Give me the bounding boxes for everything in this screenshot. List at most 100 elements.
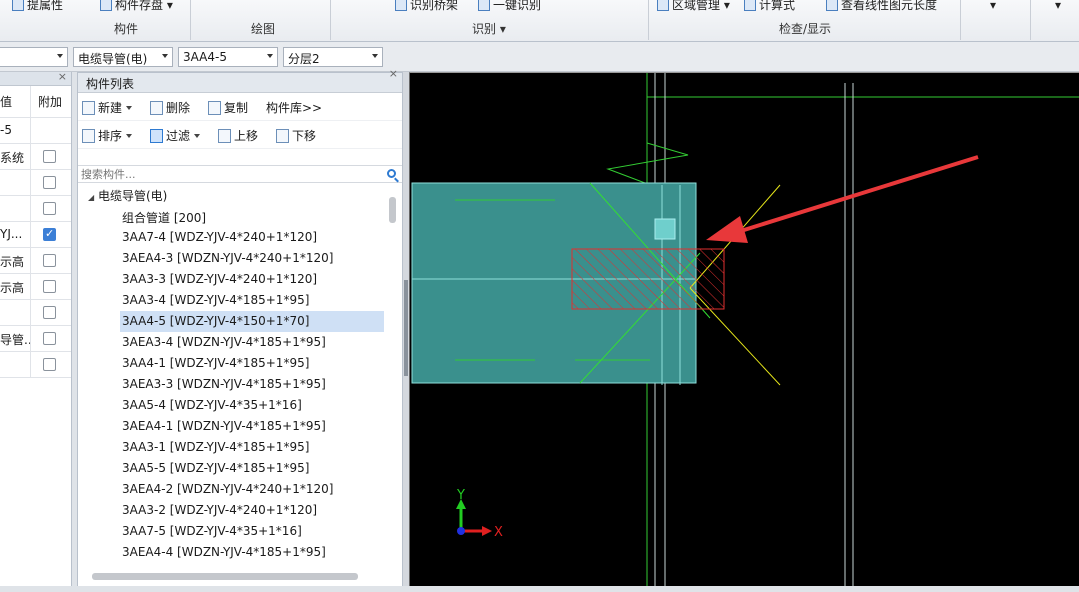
component-select[interactable]: 3AA4-5 [178,47,278,67]
group-separator [960,0,961,40]
extra-checkbox[interactable] [43,254,56,267]
extra-checkbox[interactable] [43,358,56,371]
tree-item[interactable]: 3AA5-4 [WDZ-YJV-4*35+1*16] [120,395,384,416]
break-line [606,113,689,184]
chevron-down-icon [267,54,273,58]
property-row[interactable]: 系统 [0,144,71,170]
property-row[interactable]: 示高 [0,274,71,300]
list-toolbar-1: 新建 删除 复制 构件库>> [78,93,402,121]
property-row[interactable] [0,352,71,378]
property-row[interactable]: -5 [0,118,71,144]
property-row[interactable] [0,300,71,326]
drawing-canvas[interactable]: Y X [409,72,1079,587]
tree-item[interactable]: 3AA4-1 [WDZ-YJV-4*185+1*95] [120,353,384,374]
arrow-up-icon [218,129,231,143]
chevron-down-icon [126,134,133,138]
move-up-button[interactable]: 上移 [218,127,258,144]
horizontal-scrollbar[interactable] [92,573,358,580]
chevron-down-icon [126,106,133,110]
move-down-button[interactable]: 下移 [276,127,316,144]
connector-box [654,218,676,240]
delete-icon [150,101,163,115]
group-label-identify[interactable]: 识别 ▾ [472,20,506,37]
tree-item[interactable]: 3AA7-4 [WDZ-YJV-4*240+1*120] [120,227,384,248]
vertical-scrollbar[interactable] [389,197,396,223]
tree-item[interactable]: 3AA5-5 [WDZ-YJV-4*185+1*95] [120,458,384,479]
close-icon[interactable]: × [389,67,398,80]
new-button[interactable]: 新建 [82,99,133,116]
tree-item[interactable]: 3AA7-5 [WDZ-YJV-4*35+1*16] [120,521,384,542]
tree-item[interactable]: 3AA3-3 [WDZ-YJV-4*240+1*120] [120,269,384,290]
extra-checkbox[interactable] [43,306,56,319]
property-row[interactable]: YJ... [0,222,71,248]
property-row[interactable]: 示高 [0,248,71,274]
extra-checkbox[interactable] [43,202,56,215]
delete-button[interactable]: 删除 [150,99,190,116]
tree-item[interactable]: 3AA4-5 [WDZ-YJV-4*150+1*70] [120,311,384,332]
tree-item[interactable]: 3AEA4-1 [WDZN-YJV-4*185+1*95] [120,416,384,437]
ribbon: 提属性 构件存盘 ▾ 构件 绘图 识别桥架 一键识别 识别 ▾ 区域管理 ▾ 计… [0,0,1079,42]
search-icon[interactable] [387,169,396,178]
close-icon[interactable]: × [58,70,67,83]
axis-x-arrow [482,526,492,536]
chevron-down-icon [162,54,168,58]
extra-column-header: 附加 [38,95,63,109]
component-library-button[interactable]: 构件库>> [266,99,322,116]
tree-item[interactable]: 3AA3-1 [WDZ-YJV-4*185+1*95] [120,437,384,458]
group-separator [648,0,649,40]
property-row[interactable] [0,170,71,196]
property-value: 导管... [0,333,30,347]
splitter-handle[interactable] [404,280,408,376]
first-select[interactable] [0,47,68,67]
type-select[interactable]: 电缆导管(电) [73,47,173,67]
extra-checkbox[interactable] [43,176,56,189]
view-length-button[interactable]: 查看线性图元长度 [826,0,937,13]
annotation-arrow-head [706,216,748,243]
save-component-button[interactable]: 构件存盘 ▾ [100,0,173,13]
one-click-identify-button[interactable]: 一键识别 [478,0,541,13]
tree-item[interactable]: 组合管道 [200] [120,206,384,227]
component-list-panel: 构件列表 × 新建 删除 复制 构件库>> 排序 过滤 上移 下移 ◢ 电缆导管(… [77,67,403,592]
tree-item[interactable]: 3AEA4-2 [WDZN-YJV-4*240+1*120] [120,479,384,500]
panel-title: 构件列表 [86,77,135,91]
origin-dot [457,527,465,535]
tree-item[interactable]: 3AEA4-3 [WDZN-YJV-4*240+1*120] [120,248,384,269]
extra-checkbox[interactable] [43,227,56,241]
area-icon [657,0,669,11]
group-label-check-display: 检查/显示 [779,22,832,36]
filter-button[interactable]: 过滤 [150,127,201,144]
property-rows: -5 系统 YJ... 示高示高导管... [0,118,71,378]
group-label-draw: 绘图 [251,22,276,36]
identify-icon [478,0,490,11]
property-value: -5 [0,123,12,137]
layer-select[interactable]: 分层2 [283,47,383,67]
sort-icon [82,129,95,143]
collapse-triangle-icon[interactable]: ◢ [88,193,94,202]
extra-checkbox[interactable] [43,332,56,345]
tree-item[interactable]: 3AEA3-3 [WDZN-YJV-4*185+1*95] [120,374,384,395]
property-row[interactable]: 导管... [0,326,71,352]
extra-checkbox[interactable] [43,280,56,293]
area-manage-button[interactable]: 区域管理 ▾ [657,0,730,13]
copy-icon [208,101,221,115]
identify-tray-button[interactable]: 识别桥架 [395,0,458,13]
tree-item[interactable]: 3AA3-2 [WDZ-YJV-4*240+1*120] [120,500,384,521]
axis-y-label: Y [456,488,465,503]
extra-checkbox[interactable] [43,150,56,163]
tree-item[interactable]: 3AA3-4 [WDZ-YJV-4*185+1*95] [120,290,384,311]
tray-icon [395,0,407,11]
tree-item[interactable]: 3AEA4-4 [WDZN-YJV-4*185+1*95] [120,542,384,563]
tree-item[interactable]: 3AEA3-4 [WDZN-YJV-4*185+1*95] [120,332,384,353]
ribbon-dropdown-arrow[interactable]: ▾ [990,0,996,12]
new-file-icon [82,101,95,115]
sort-button[interactable]: 排序 [82,127,133,144]
copy-button[interactable]: 复制 [208,99,248,116]
status-bar [0,586,1079,592]
ribbon-dropdown-arrow[interactable]: ▾ [1055,0,1061,12]
property-value: YJ... [0,227,23,241]
formula-button[interactable]: 计算式 [744,0,795,13]
tree-root[interactable]: ◢ 电缆导管(电) [88,187,167,204]
property-row[interactable] [0,196,71,222]
prop-button[interactable]: 提属性 [12,0,63,13]
search-input[interactable] [78,166,378,182]
